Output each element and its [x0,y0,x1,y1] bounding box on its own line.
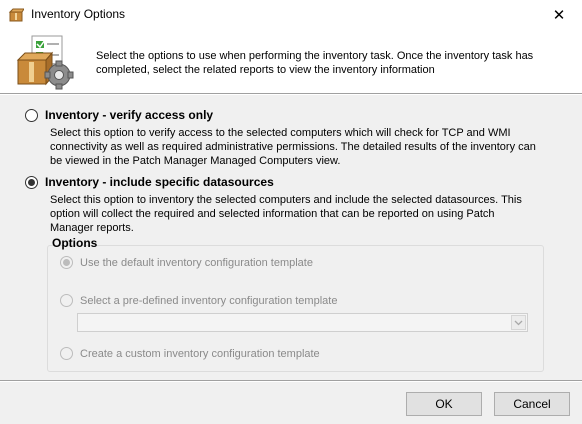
close-icon: ✕ [552,7,566,24]
custom-template-option[interactable]: Create a custom inventory configuration … [60,347,320,360]
include-datasources-label[interactable]: Inventory - include specific datasources [45,175,274,189]
header-instructions: Select the options to use when performin… [96,50,534,76]
predefined-template-radio[interactable] [60,294,73,307]
include-datasources-description: Select this option to inventory the sele… [50,194,522,234]
default-template-radio[interactable] [60,256,73,269]
verify-access-description: Select this option to verify access to t… [50,127,536,167]
default-template-label[interactable]: Use the default inventory configuration … [80,257,313,269]
verify-access-label[interactable]: Inventory - verify access only [45,108,213,122]
options-group-title: Options [52,236,98,250]
cancel-button[interactable]: Cancel [494,392,570,416]
predefined-template-dropdown[interactable] [77,313,528,332]
ok-button[interactable]: OK [406,392,482,416]
default-template-option[interactable]: Use the default inventory configuration … [60,256,313,269]
title-bar: Inventory Options ✕ [0,0,582,30]
close-button[interactable]: ✕ [536,0,582,30]
dropdown-button[interactable] [511,315,526,330]
include-datasources-radio[interactable] [25,175,38,189]
chevron-down-icon [514,320,523,325]
predefined-template-label[interactable]: Select a pre-defined inventory configura… [80,295,337,307]
header-divider-highlight [0,94,582,95]
inventory-checklist-gear-icon [16,35,74,90]
header-banner: Select the options to use when performin… [0,30,582,93]
window-title: Inventory Options [31,7,126,21]
predefined-template-option[interactable]: Select a pre-defined inventory configura… [60,294,337,307]
verify-access-radio[interactable] [25,108,38,122]
custom-template-label[interactable]: Create a custom inventory configuration … [80,348,320,360]
verify-access-option[interactable]: Inventory - verify access only [25,108,213,122]
footer-divider-highlight [0,381,582,382]
inventory-box-icon [8,8,24,22]
include-datasources-option[interactable]: Inventory - include specific datasources [25,175,274,189]
custom-template-radio[interactable] [60,347,73,360]
